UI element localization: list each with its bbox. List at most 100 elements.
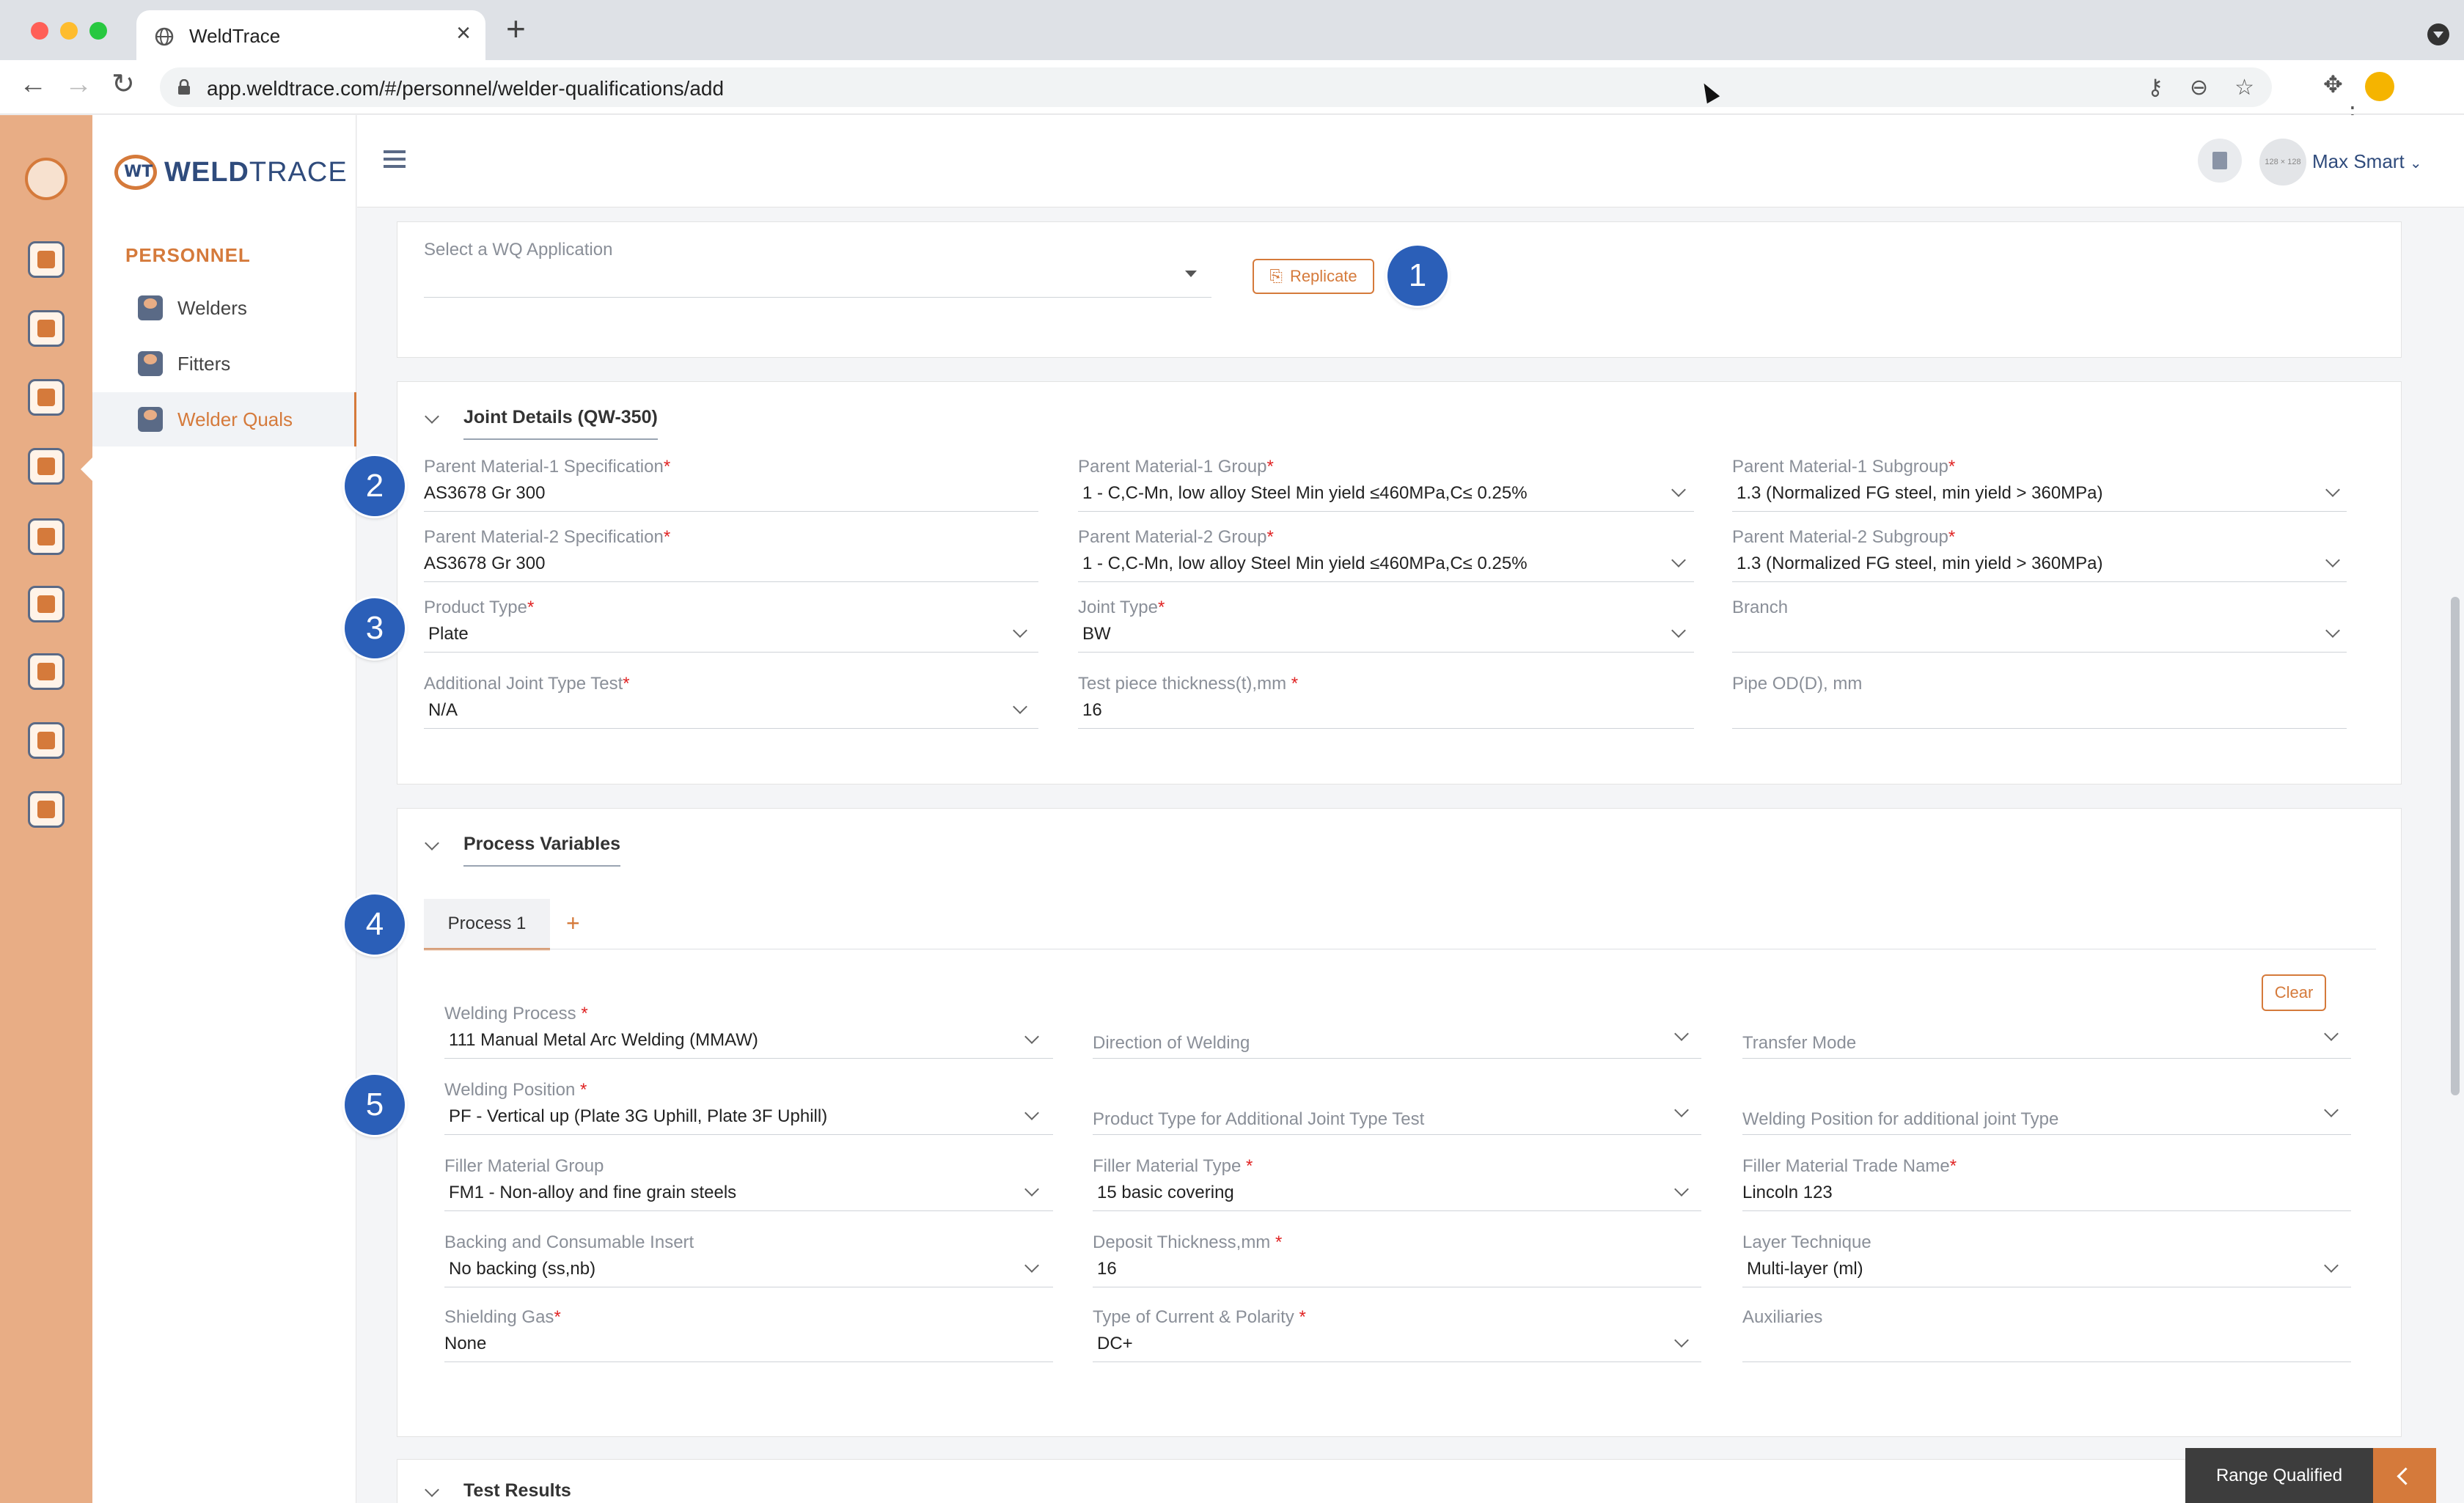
chevron-left-icon[interactable] [2373, 1448, 2436, 1503]
transfer-mode-select[interactable] [1742, 1058, 2351, 1059]
chevron-down-icon[interactable] [1024, 1106, 1039, 1120]
shielding-gas-input[interactable]: None [444, 1334, 486, 1354]
equipment-icon[interactable] [28, 586, 65, 622]
page-scrollbar[interactable] [2446, 208, 2464, 1503]
chevron-down-icon[interactable] [1185, 271, 1197, 277]
weldtrace-logo-icon [25, 158, 67, 200]
chevron-down-icon[interactable] [2324, 1026, 2339, 1041]
user-avatar[interactable]: 128 × 128 [2259, 139, 2306, 185]
window-close-button[interactable] [31, 22, 48, 40]
step-badge-2: 2 [345, 456, 405, 516]
menu-toggle-icon[interactable] [384, 150, 406, 168]
personnel-icon[interactable] [28, 448, 65, 485]
key-icon[interactable]: ⚷ [2147, 76, 2163, 100]
team-icon[interactable] [28, 653, 65, 690]
welding-process-select[interactable]: 111 Manual Metal Arc Welding (MMAW) [449, 1030, 758, 1051]
scrollbar-thumb[interactable] [2451, 597, 2460, 1095]
tab-process-1[interactable]: Process 1 [424, 899, 550, 950]
chevron-down-icon[interactable] [1674, 1026, 1689, 1041]
pm2-spec-input[interactable]: AS3678 Gr 300 [424, 554, 545, 574]
forward-icon[interactable]: → [65, 70, 92, 98]
direction-select[interactable] [1093, 1058, 1701, 1059]
chevron-down-icon[interactable] [2325, 623, 2340, 638]
extensions-icon[interactable]: ✥ [2323, 71, 2343, 98]
new-tab-button[interactable]: + [506, 12, 526, 45]
zoom-icon[interactable]: ⊖ [2190, 76, 2208, 100]
book-icon[interactable] [2198, 139, 2242, 183]
filler-type-select[interactable]: 15 basic covering [1097, 1183, 1234, 1203]
pipe-od-label: Pipe OD(D), mm [1732, 674, 1863, 694]
clear-button[interactable]: Clear [2262, 974, 2326, 1011]
star-icon[interactable]: ☆ [2234, 76, 2254, 100]
projects-icon[interactable] [28, 310, 65, 347]
dashboard-icon[interactable] [28, 241, 65, 278]
collapse-chevron-icon[interactable] [425, 1482, 439, 1497]
layer-technique-select[interactable]: Multi-layer (ml) [1747, 1259, 1863, 1279]
backing-select[interactable]: No backing (ss,nb) [449, 1259, 595, 1279]
sidebar-item-welder-quals[interactable]: Welder Quals [92, 392, 356, 447]
close-icon[interactable]: × [456, 21, 471, 45]
copy-icon: ⎘ [1269, 267, 1283, 285]
chevron-down-icon[interactable] [2324, 1103, 2339, 1117]
filler-group-select[interactable]: FM1 - Non-alloy and fine grain steels [449, 1183, 736, 1203]
chevron-down-icon[interactable] [1024, 1029, 1039, 1044]
pm1-group-select[interactable]: 1 - C,C-Mn, low alloy Steel Min yield ≤4… [1082, 483, 1528, 504]
settings-icon[interactable] [28, 791, 65, 828]
pm2-group-label: Parent Material-2 Group* [1078, 527, 1274, 547]
replicate-button[interactable]: ⎘ Replicate [1253, 259, 1374, 294]
pm1-spec-input[interactable]: AS3678 Gr 300 [424, 483, 545, 504]
thickness-input[interactable]: 16 [1082, 700, 1102, 721]
globe-icon [155, 27, 174, 46]
collapse-chevron-icon[interactable] [425, 409, 439, 424]
tab-search-icon[interactable] [2427, 23, 2449, 45]
collapse-chevron-icon[interactable] [425, 836, 439, 850]
address-bar[interactable]: app.weldtrace.com/#/personnel/welder-qua… [160, 67, 2272, 107]
welding-position-select[interactable]: PF - Vertical up (Plate 3G Uphill, Plate… [449, 1106, 827, 1127]
back-icon[interactable]: ← [19, 70, 47, 98]
profile-avatar[interactable] [2364, 71, 2394, 101]
current-polarity-select[interactable]: DC+ [1097, 1334, 1133, 1354]
organization-icon[interactable] [28, 518, 65, 555]
chevron-down-icon[interactable] [2324, 1258, 2339, 1273]
chevron-down-icon[interactable] [1674, 1103, 1689, 1117]
chevron-down-icon[interactable] [1674, 1182, 1689, 1197]
chevron-down-icon[interactable] [2325, 482, 2340, 497]
sidebar-item-welders[interactable]: Welders [92, 281, 356, 335]
app-header: 128 × 128 Max Smart ⌄ [357, 115, 2464, 207]
position-additional-select[interactable] [1742, 1134, 2351, 1135]
filler-trade-input[interactable]: Lincoln 123 [1742, 1183, 1833, 1203]
direction-label: Direction of Welding [1093, 1033, 1250, 1053]
chevron-down-icon[interactable] [1013, 699, 1027, 714]
wq-application-select[interactable] [424, 297, 1211, 298]
additional-joint-test-select[interactable]: N/A [428, 700, 458, 721]
fitter-icon [138, 351, 163, 376]
main-content: Select a WQ Application ⎘ Replicate 1 Joi… [357, 208, 2464, 1503]
pm2-group-select[interactable]: 1 - C,C-Mn, low alloy Steel Min yield ≤4… [1082, 554, 1528, 574]
pm1-subgroup-select[interactable]: 1.3 (Normalized FG steel, min yield > 36… [1737, 483, 2103, 504]
procedures-icon[interactable] [28, 379, 65, 416]
chevron-down-icon[interactable] [1674, 1333, 1689, 1348]
window-maximize-button[interactable] [89, 22, 107, 40]
window-minimize-button[interactable] [60, 22, 78, 40]
joint-type-select[interactable]: BW [1082, 624, 1111, 644]
wt-logo-icon [114, 155, 157, 190]
pm2-subgroup-select[interactable]: 1.3 (Normalized FG steel, min yield > 36… [1737, 554, 2103, 574]
product-type-select[interactable]: Plate [428, 624, 469, 644]
chevron-down-icon[interactable] [1671, 482, 1686, 497]
browser-tab[interactable]: WeldTrace × [136, 10, 485, 60]
reload-icon[interactable]: ↻ [111, 70, 135, 98]
backing-label: Backing and Consumable Insert [444, 1232, 694, 1252]
chevron-down-icon[interactable] [1671, 553, 1686, 567]
product-type-additional-select[interactable] [1093, 1134, 1701, 1135]
chevron-down-icon[interactable] [1013, 623, 1027, 638]
deposit-input[interactable]: 16 [1097, 1259, 1117, 1279]
pm1-spec-label: Parent Material-1 Specification* [424, 457, 671, 477]
reports-icon[interactable] [28, 722, 65, 759]
chevron-down-icon[interactable] [1024, 1182, 1039, 1197]
chevron-down-icon[interactable] [1671, 623, 1686, 638]
add-process-button[interactable]: + [566, 910, 580, 937]
chevron-down-icon[interactable] [2325, 553, 2340, 567]
user-menu[interactable]: Max Smart ⌄ [2312, 150, 2422, 173]
chevron-down-icon[interactable] [1024, 1258, 1039, 1273]
sidebar-item-fitters[interactable]: Fitters [92, 337, 356, 391]
